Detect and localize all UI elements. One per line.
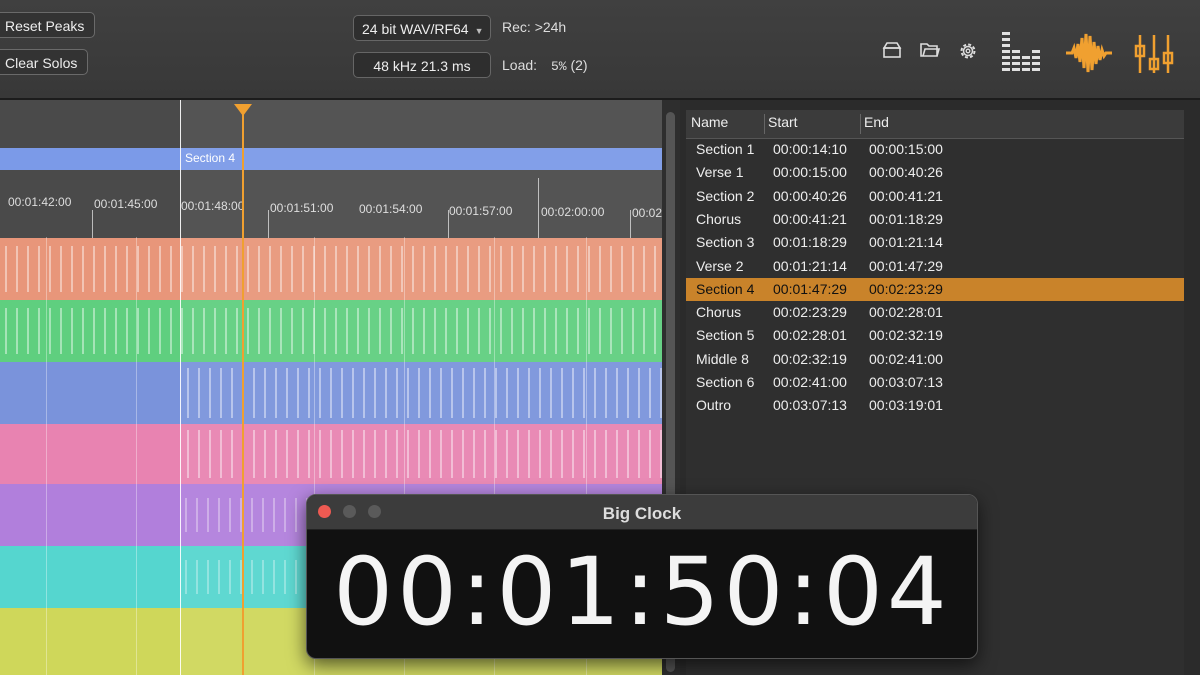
marker-end: 00:01:21:14	[869, 234, 943, 251]
marker-name: Verse 2	[696, 257, 744, 274]
rec-label: Rec:	[502, 19, 531, 35]
marker-start: 00:03:07:13	[773, 397, 847, 414]
big-clock-window[interactable]: Big Clock 00:01:50:04	[306, 494, 978, 659]
marker-start: 00:01:18:29	[773, 234, 847, 251]
marker-end: 00:03:07:13	[869, 374, 943, 390]
marker-start: 00:00:40:26	[773, 187, 847, 204]
marker-row[interactable]: Section 5 00:02:28:01 00:02:32:19	[686, 324, 1184, 347]
format-select-value: 24 bit WAV/RF64	[362, 21, 469, 37]
big-clock-time: 00:01:50:04	[333, 538, 951, 647]
marker-end: 00:01:18:29	[869, 210, 943, 227]
clear-solos-button[interactable]: Clear Solos	[0, 49, 89, 75]
marker-start: 00:00:14:10	[773, 141, 847, 157]
load-status: Load: 5% (2)	[502, 57, 588, 74]
marker-name: Section 5	[696, 327, 755, 344]
rec-value: >24h	[534, 19, 567, 35]
chevron-down-icon: ▼	[474, 26, 484, 36]
format-select[interactable]: 24 bit WAV/RF64 ▼	[353, 15, 491, 41]
big-clock-titlebar[interactable]: Big Clock	[307, 495, 977, 530]
marker-start: 00:02:23:29	[773, 304, 847, 321]
record-time-status: Rec: >24h	[502, 19, 566, 35]
reset-peaks-button[interactable]: Reset Peaks	[0, 12, 96, 38]
marker-row[interactable]: Verse 2 00:01:21:14 00:01:47:29	[686, 255, 1184, 278]
marker-row[interactable]: Section 6 00:02:41:00 00:03:07:13	[686, 371, 1184, 394]
markers-header: Name Start End	[686, 110, 1184, 139]
selection-start-line	[180, 100, 181, 675]
column-divider	[860, 114, 861, 134]
marker-row[interactable]: Chorus 00:00:41:21 00:01:18:29	[686, 208, 1184, 231]
grid-line	[136, 237, 137, 675]
marker-end: 00:00:40:26	[869, 164, 943, 181]
marker-name: Verse 1	[696, 164, 744, 181]
settings-gear-icon[interactable]	[957, 40, 979, 62]
marker-row[interactable]: Outro 00:03:07:13 00:03:19:01	[686, 394, 1184, 417]
marker-end: 00:02:23:29	[869, 280, 943, 297]
load-count: (2)	[570, 57, 588, 73]
marker-start: 00:00:15:00	[773, 164, 847, 181]
open-folder-icon[interactable]	[919, 40, 941, 60]
marker-row[interactable]: Section 4 00:01:47:29 00:02:23:29	[686, 277, 1184, 301]
marker-name: Section 4	[696, 280, 755, 297]
marker-row[interactable]: Chorus 00:02:23:29 00:02:28:01	[686, 301, 1184, 324]
marker-row[interactable]: Verse 1 00:00:15:00 00:00:40:26	[686, 161, 1184, 184]
marker-name: Section 2	[696, 187, 755, 204]
marker-name: Middle 8	[696, 350, 749, 367]
marker-start: 00:00:41:21	[773, 210, 847, 227]
big-clock-title: Big Clock	[602, 504, 682, 523]
playhead-handle[interactable]	[234, 104, 252, 116]
marker-start: 00:02:32:19	[773, 350, 847, 367]
load-label: Load:	[502, 57, 538, 73]
marker-start: 00:02:41:00	[773, 374, 847, 390]
marker-name: Chorus	[696, 210, 742, 227]
marker-name: Section 6	[696, 374, 755, 390]
playhead[interactable]	[242, 108, 244, 675]
marker-end: 00:02:41:00	[869, 350, 943, 367]
column-divider	[764, 114, 765, 134]
marker-row[interactable]: Section 1 00:00:14:10 00:00:15:00	[686, 138, 1184, 161]
marker-end: 00:00:41:21	[869, 187, 943, 204]
eject-icon[interactable]	[881, 40, 903, 60]
tick-label: 00:01:42:00	[8, 195, 72, 209]
tick-label: 00:01:45:00	[94, 197, 158, 211]
marker-end: 00:00:15:00	[869, 141, 943, 157]
marker-start: 00:02:28:01	[773, 327, 847, 344]
column-header-end[interactable]: End	[864, 114, 889, 130]
marker-end: 00:02:32:19	[869, 327, 943, 344]
marker-name: Section 3	[696, 234, 755, 251]
grid-line	[46, 237, 47, 675]
marker-name: Chorus	[696, 304, 742, 321]
marker-row[interactable]: Middle 8 00:02:32:19 00:02:41:00	[686, 348, 1184, 371]
column-header-start[interactable]: Start	[768, 114, 798, 130]
marker-end: 00:01:47:29	[869, 257, 943, 274]
ruler-tick	[92, 210, 93, 240]
marker-end: 00:02:28:01	[869, 304, 943, 321]
marker-start: 00:01:21:14	[773, 257, 847, 274]
mixer-faders-icon[interactable]	[1134, 33, 1176, 75]
marker-name: Section 1	[696, 141, 755, 157]
toolbar: Reset Peaks Clear Solos 24 bit WAV/RF64 ▼…	[0, 0, 1200, 100]
marker-end: 00:03:19:01	[869, 397, 943, 414]
sample-rate-field[interactable]: 48 kHz 21.3 ms	[353, 52, 491, 78]
marker-name: Outro	[696, 397, 732, 414]
waveform-icon[interactable]	[1066, 30, 1112, 76]
column-header-name[interactable]: Name	[691, 114, 728, 130]
marker-start: 00:01:47:29	[773, 280, 847, 297]
marker-row[interactable]: Section 3 00:01:18:29 00:01:21:14	[686, 231, 1184, 254]
level-meters-icon[interactable]	[1000, 30, 1042, 74]
marker-row[interactable]: Section 2 00:00:40:26 00:00:41:21	[686, 185, 1184, 208]
load-percent: 5%	[550, 59, 567, 74]
